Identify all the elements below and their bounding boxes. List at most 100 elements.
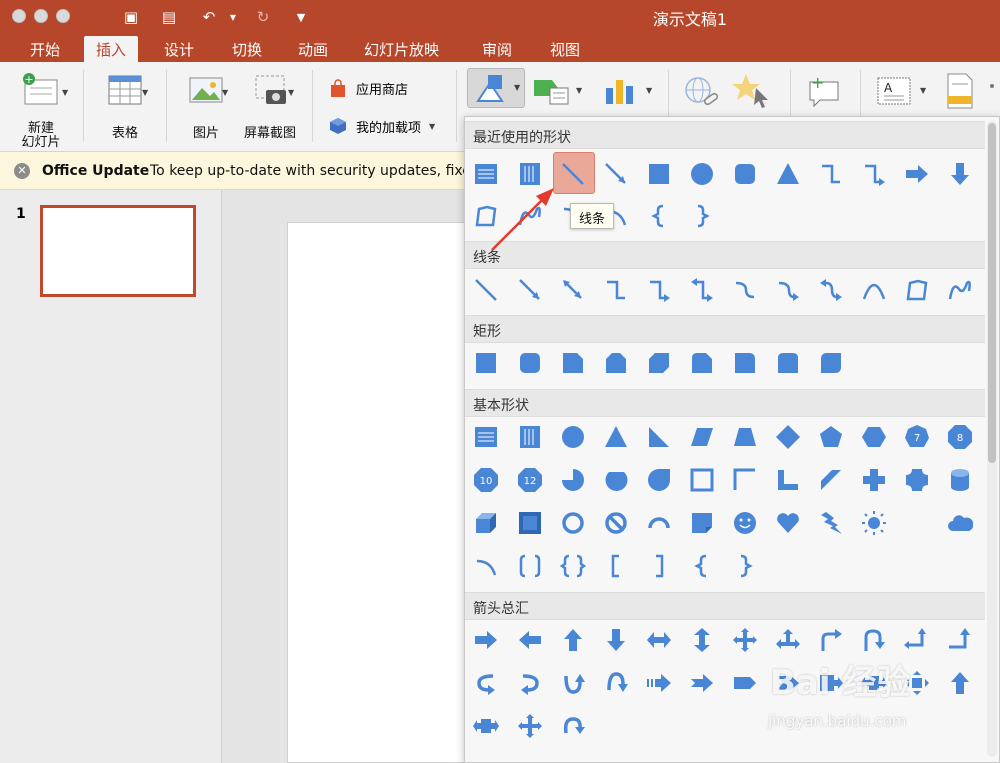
tab-insert[interactable]: 插入 xyxy=(84,36,139,62)
table-button[interactable]: ▼ 表格 xyxy=(96,70,154,141)
recent-shape-circle[interactable] xyxy=(685,157,719,191)
block-arrow-larrow[interactable] xyxy=(513,623,547,657)
basic-shape-diamond[interactable] xyxy=(771,420,805,454)
basic-shape-rbracket-b[interactable] xyxy=(642,549,676,583)
shapes-dropdown-icon[interactable]: ▼ xyxy=(514,83,520,92)
rect-shape-round1[interactable] xyxy=(728,346,762,380)
rect-shape-round2[interactable] xyxy=(771,346,805,380)
basic-shape-rtriangle[interactable] xyxy=(642,420,676,454)
basic-shape-blockarc[interactable] xyxy=(642,506,676,540)
basic-shape-frame-5[interactable] xyxy=(685,463,719,497)
recent-shape-elbow[interactable] xyxy=(814,157,848,191)
block-arrow-rarrow[interactable] xyxy=(469,623,503,657)
block-arrow-curvedL-b[interactable] xyxy=(513,666,547,700)
basic-shape-parallelogram[interactable] xyxy=(685,420,719,454)
basic-shape-triangle[interactable] xyxy=(599,420,633,454)
smartart-button[interactable]: ▼ xyxy=(532,74,582,112)
line-shape-arrowline[interactable] xyxy=(513,273,547,307)
block-arrow-curvedU-b[interactable] xyxy=(556,666,590,700)
screenshot-button[interactable]: ▼ 屏幕截图 xyxy=(240,70,300,141)
basic-shape-cloud[interactable] xyxy=(943,506,977,540)
basic-shape-arcline-b[interactable] xyxy=(469,549,503,583)
basic-shape-lbracket-b[interactable] xyxy=(599,549,633,583)
basic-shape-octagon-1[interactable]: 12 xyxy=(513,463,547,497)
rect-shape-rounddiag[interactable] xyxy=(814,346,848,380)
shapes-button[interactable]: ▼ xyxy=(467,68,525,108)
recent-shape-lbrace[interactable] xyxy=(642,199,676,233)
action-button[interactable] xyxy=(732,72,772,114)
hyperlink-button[interactable] xyxy=(682,74,722,114)
basic-shape-hexagon[interactable] xyxy=(857,420,891,454)
basic-shape-can-11[interactable] xyxy=(943,463,977,497)
picture-button[interactable]: ▼ 图片 xyxy=(178,70,234,141)
recent-shape-rect[interactable] xyxy=(642,157,676,191)
app-store-button[interactable]: 应用商店 xyxy=(328,78,408,98)
line-shape-freeform[interactable] xyxy=(900,273,934,307)
line-shape-elbowdbl[interactable] xyxy=(685,273,719,307)
rect-shape-snip1[interactable] xyxy=(556,346,590,380)
smartart-dropdown-icon[interactable]: ▼ xyxy=(576,86,582,95)
tab-slideshow[interactable]: 幻灯片放映 xyxy=(352,36,451,62)
tab-review[interactable]: 审阅 xyxy=(470,36,524,62)
more-dots-icon[interactable] xyxy=(990,84,994,88)
new-slide-dropdown-icon[interactable]: ▼ xyxy=(62,88,68,97)
basic-shape-octagon-0[interactable]: 10 xyxy=(469,463,503,497)
basic-shape-rbrace-b[interactable] xyxy=(728,549,762,583)
my-addins-button[interactable]: 我的加载项 ▼ xyxy=(328,116,435,136)
basic-shape-moon[interactable] xyxy=(900,506,934,540)
line-shape-elbow[interactable] xyxy=(599,273,633,307)
basic-shape-cube[interactable] xyxy=(469,506,503,540)
tab-transitions[interactable]: 切换 xyxy=(220,36,274,62)
header-footer-button[interactable] xyxy=(944,72,976,114)
block-arrow-quadarrow-c[interactable] xyxy=(513,709,547,743)
tab-design[interactable]: 设计 xyxy=(152,36,206,62)
block-arrow-lrarrow[interactable] xyxy=(642,623,676,657)
block-arrow-uarrow[interactable] xyxy=(556,623,590,657)
slide-thumbnail[interactable] xyxy=(40,205,196,297)
dismiss-notification-icon[interactable]: ✕ xyxy=(14,163,30,179)
line-shape-curve[interactable] xyxy=(728,273,762,307)
block-arrow-lrup[interactable] xyxy=(771,623,805,657)
line-shape-arc[interactable] xyxy=(857,273,891,307)
block-arrow-lrcallout-c[interactable] xyxy=(469,709,503,743)
block-arrow-uarrow-b[interactable] xyxy=(943,666,977,700)
recent-shape-elbowarrow[interactable] xyxy=(857,157,891,191)
slide-canvas[interactable] xyxy=(287,222,487,763)
block-arrow-stripedR-b[interactable] xyxy=(642,666,676,700)
textbox-dropdown-icon[interactable]: ▼ xyxy=(920,86,926,95)
basic-shape-heptagon[interactable]: 7 xyxy=(900,420,934,454)
recent-shape-rarrow[interactable] xyxy=(900,157,934,191)
block-arrow-uturn[interactable] xyxy=(857,623,891,657)
basic-shape-diagstripe-8[interactable] xyxy=(814,463,848,497)
dropdown-scrollbar[interactable] xyxy=(987,121,997,757)
picture-dropdown-icon[interactable]: ▼ xyxy=(222,88,228,97)
basic-shape-teardrop-4[interactable] xyxy=(642,463,676,497)
basic-shape-plus-9[interactable] xyxy=(857,463,891,497)
basic-shape-donut[interactable] xyxy=(556,506,590,540)
chart-dropdown-icon[interactable]: ▼ xyxy=(646,86,652,95)
table-dropdown-icon[interactable]: ▼ xyxy=(142,88,148,97)
recent-shape-darrow[interactable] xyxy=(943,157,977,191)
line-shape-dblarrow[interactable] xyxy=(556,273,590,307)
tab-view[interactable]: 视图 xyxy=(538,36,592,62)
rect-shape-snipdiag[interactable] xyxy=(642,346,676,380)
new-slide-button[interactable]: + ▼ 新建 幻灯片 xyxy=(12,70,70,150)
block-arrow-udarrow[interactable] xyxy=(685,623,719,657)
rect-shape-rrect[interactable] xyxy=(513,346,547,380)
basic-shape-pie-2[interactable] xyxy=(556,463,590,497)
basic-shape-lightning[interactable] xyxy=(814,506,848,540)
basic-shape-bevel[interactable] xyxy=(513,506,547,540)
recent-shape-rrect[interactable] xyxy=(728,157,762,191)
rect-shape-rect[interactable] xyxy=(469,346,503,380)
block-arrow-notchedR-b[interactable] xyxy=(685,666,719,700)
basic-shape-heart[interactable] xyxy=(771,506,805,540)
block-arrow-bentup[interactable] xyxy=(943,623,977,657)
textbox-button[interactable]: A ▼ xyxy=(874,74,926,112)
recent-shape-rbrace[interactable] xyxy=(685,199,719,233)
basic-shape-lshape-7[interactable] xyxy=(771,463,805,497)
chart-button[interactable]: ▼ xyxy=(602,74,652,112)
line-shape-curvearrow[interactable] xyxy=(771,273,805,307)
block-arrow-curvedD-b[interactable] xyxy=(599,666,633,700)
recent-shape-triangle[interactable] xyxy=(771,157,805,191)
line-shape-elbowarrow[interactable] xyxy=(642,273,676,307)
